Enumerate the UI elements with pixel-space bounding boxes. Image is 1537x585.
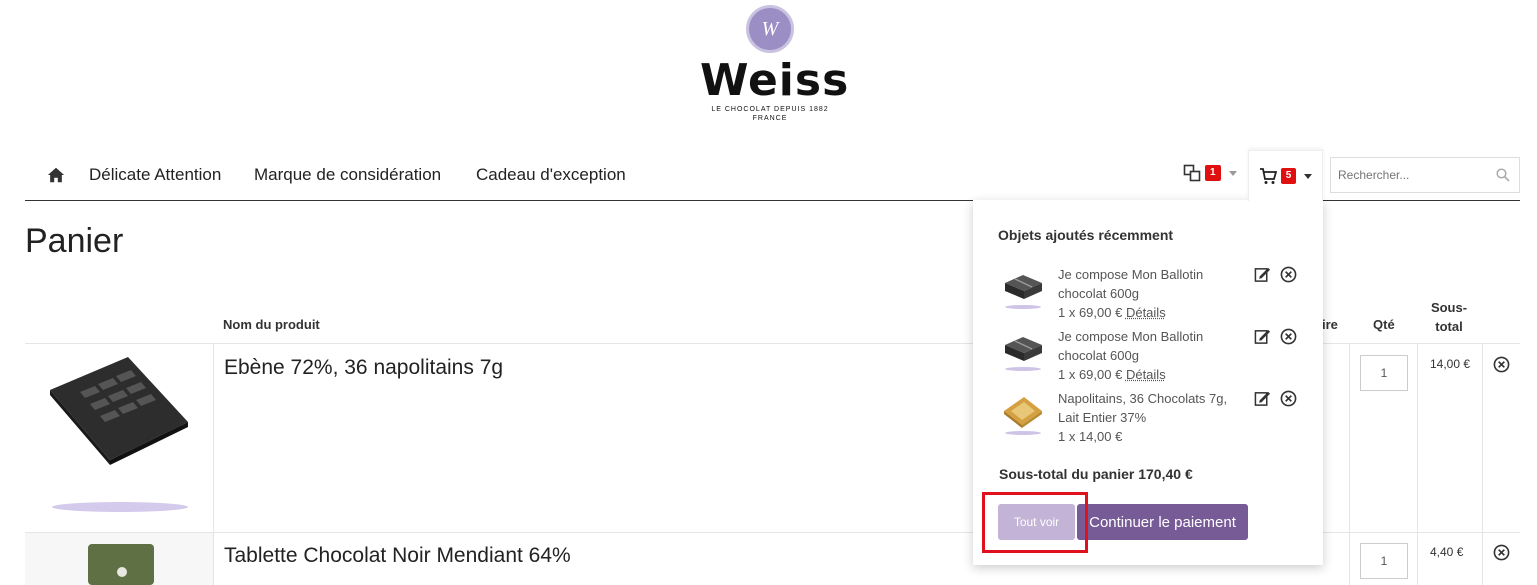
minicart-item-price: 1 x 69,00 € [1058,367,1123,382]
minicart-item-info: Je compose Mon Ballotin chocolat 600g 1 … [1058,265,1238,322]
minicart-item-details-link[interactable]: Détails [1126,367,1166,382]
minicart-item-thumb[interactable] [1002,393,1044,435]
logo-monogram: W [746,5,794,53]
compare-toggle[interactable]: 1 [1183,164,1237,182]
search-box [1330,157,1520,193]
logo-country: FRANCE [752,115,788,122]
minicart-item-name-cont[interactable]: Lait Entier 37% [1058,408,1238,427]
minicart-item: Napolitains, 36 Chocolats 7g, Lait Entie… [998,389,1308,449]
compare-icon [1183,164,1201,182]
cart-icon [1259,168,1277,184]
remove-item-icon[interactable] [1493,544,1510,561]
minicart-item: Je compose Mon Ballotin chocolat 600g 1 … [998,327,1308,387]
compare-count-badge: 1 [1205,165,1221,181]
minicart-item-thumb[interactable] [1002,331,1044,373]
cart-count-badge: 5 [1280,168,1297,184]
product-name-link[interactable]: Ebène 72%, 36 napolitains 7g [224,356,503,380]
edit-item-icon[interactable] [1254,328,1271,345]
cell-divider [1482,344,1483,585]
product-image-ebene[interactable] [40,352,200,522]
minicart-item-name[interactable]: Je compose Mon Ballotin [1058,327,1238,346]
cell-divider [213,344,214,585]
minicart-item-name-cont[interactable]: chocolat 600g [1058,284,1238,303]
quantity-input[interactable]: 1 [1360,355,1408,391]
edit-item-icon[interactable] [1254,390,1271,407]
product-image-tablette[interactable] [88,544,154,585]
minicart-item-price: 1 x 14,00 € [1058,429,1123,444]
header-subtotal-line1: Sous- [1430,300,1468,315]
quantity-input[interactable]: 1 [1360,543,1408,579]
home-icon[interactable] [47,166,65,184]
highlight-box [982,492,1088,553]
minicart-item-thumb[interactable] [1002,269,1044,311]
nav-link-marque-consideration[interactable]: Marque de considération [254,165,441,185]
remove-item-icon[interactable] [1280,328,1297,345]
remove-item-icon[interactable] [1493,356,1510,373]
caret-down-icon [1304,173,1313,179]
caret-down-icon [1228,170,1237,176]
checkout-button[interactable]: Continuer le paiement [1077,504,1248,540]
product-name-link[interactable]: Tablette Chocolat Noir Mendiant 64% [224,544,571,568]
logo-tagline: LE CHOCOLAT DEPUIS 1882 [711,106,829,113]
header-product-name: Nom du produit [223,317,320,332]
minicart-item-info: Je compose Mon Ballotin chocolat 600g 1 … [1058,327,1238,384]
minicart-item-info: Napolitains, 36 Chocolats 7g, Lait Entie… [1058,389,1238,446]
remove-item-icon[interactable] [1280,266,1297,283]
row-subtotal: 4,40 € [1430,545,1464,559]
cell-divider [1349,344,1350,585]
brand-logo[interactable]: W Weiss LE CHOCOLAT DEPUIS 1882 FRANCE [700,5,850,135]
nav-link-delicate-attention[interactable]: Délicate Attention [89,165,221,185]
minicart-subtotal: Sous-total du panier 170,40 € [999,466,1193,482]
row-subtotal: 14,00 € [1430,357,1471,371]
header-subtotal: Sous- total [1424,298,1474,336]
minicart-title: Objets ajoutés récemment [998,227,1174,243]
search-input[interactable] [1331,168,1486,182]
minicart-item-name[interactable]: Je compose Mon Ballotin [1058,265,1238,284]
minicart-item-name-cont[interactable]: chocolat 600g [1058,346,1238,365]
minicart-item-details-link[interactable]: Détails [1126,305,1166,320]
header-subtotal-line2: total [1435,319,1463,334]
minicart-item-name[interactable]: Napolitains, 36 Chocolats 7g, [1058,389,1238,408]
cell-divider [1417,344,1418,585]
minicart-item: Je compose Mon Ballotin chocolat 600g 1 … [998,265,1308,325]
edit-item-icon[interactable] [1254,266,1271,283]
nav-link-cadeau-exception[interactable]: Cadeau d'exception [476,165,626,185]
header-qty: Qté [1373,317,1395,332]
main-nav: Délicate Attention Marque de considérati… [25,150,1520,201]
page-title: Panier [25,222,124,260]
remove-item-icon[interactable] [1280,390,1297,407]
header-unit-price: ire [1322,317,1338,332]
search-icon[interactable] [1496,168,1510,182]
logo-wordmark: Weiss [700,55,850,106]
minicart-item-price: 1 x 69,00 € [1058,305,1123,320]
cart-toggle[interactable]: 5 [1248,150,1323,201]
